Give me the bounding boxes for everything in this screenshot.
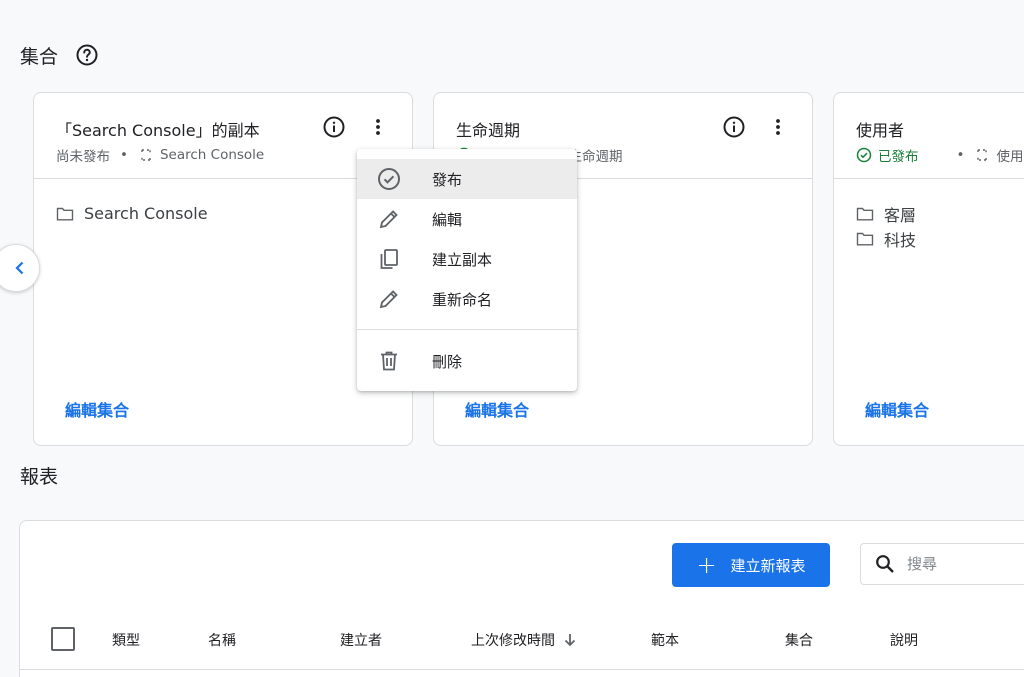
column-header-type[interactable]: 類型 (112, 630, 140, 650)
table-header-divider (20, 669, 1024, 670)
card-context-menu: 發布 編輯 建立副本 重新命名 刪除 (357, 149, 577, 391)
search-icon (876, 555, 894, 573)
check-circle-icon (378, 168, 400, 190)
table-header-row: 類型 名稱 建立者 上次修改時間 範本 集合 說明 (20, 621, 1024, 657)
select-all-checkbox[interactable] (51, 627, 75, 651)
column-header-collection[interactable]: 集合 (785, 630, 813, 650)
folder-item: Search Console (56, 201, 390, 226)
edit-collection-link[interactable]: 編輯集合 (465, 397, 529, 421)
plus-icon: + (696, 551, 717, 579)
check-circle-icon (856, 147, 872, 163)
column-header-creator[interactable]: 建立者 (340, 630, 382, 650)
folder-icon (856, 232, 874, 245)
status-published: 已發布 (856, 145, 919, 165)
source-label: Search Console (159, 147, 265, 163)
collection-card: 使用者 已發布 • 使用者 客層 (833, 92, 1024, 446)
separator-dot: • (956, 147, 965, 163)
more-vert-icon[interactable] (766, 115, 790, 139)
separator-dot: • (120, 147, 128, 163)
pencil-icon (379, 210, 398, 229)
chevron-left-icon (15, 261, 24, 275)
pencil-icon (379, 290, 398, 309)
link-icon (977, 149, 988, 161)
menu-item-rename[interactable]: 重新命名 (357, 279, 577, 319)
collection-card: 「Search Console」的副本 尚未發布 • Search Consol… (33, 92, 413, 446)
arrow-down-icon (564, 634, 576, 647)
info-icon[interactable] (722, 115, 746, 139)
edit-collection-link[interactable]: 編輯集合 (865, 397, 929, 421)
column-header-template[interactable]: 範本 (651, 630, 679, 650)
copy-icon (380, 249, 398, 269)
menu-item-publish[interactable]: 發布 (357, 159, 577, 199)
trash-icon (381, 351, 397, 371)
link-icon (141, 149, 151, 161)
collections-title: 集合 (20, 46, 59, 68)
reports-title: 報表 (20, 466, 59, 488)
column-header-description[interactable]: 說明 (890, 630, 918, 650)
create-report-button[interactable]: + 建立新報表 (672, 543, 830, 587)
card-title: 使用者 (856, 121, 905, 140)
info-icon[interactable] (322, 115, 346, 139)
column-header-last-modified[interactable]: 上次修改時間 (471, 630, 577, 650)
status-unpublished: 尚未發布 (56, 149, 110, 165)
edit-collection-link[interactable]: 編輯集合 (65, 397, 129, 421)
menu-item-edit[interactable]: 編輯 (357, 199, 577, 239)
search-box (860, 543, 1024, 585)
card-title: 生命週期 (456, 121, 521, 140)
reports-table-panel: + 建立新報表 類型 名稱 建立者 上次修改時間 範本 集合 說明 (19, 520, 1024, 677)
folder-icon (56, 207, 74, 220)
column-header-name[interactable]: 名稱 (208, 630, 236, 650)
folder-item: 客層 (856, 201, 1024, 226)
folder-icon (856, 207, 874, 220)
search-input[interactable] (907, 555, 1024, 573)
folder-item: 科技 (856, 226, 1024, 251)
menu-item-duplicate[interactable]: 建立副本 (357, 239, 577, 279)
card-title: 「Search Console」的副本 (56, 121, 260, 140)
more-vert-icon[interactable] (366, 115, 390, 139)
source-label: 使用者 (996, 149, 1024, 165)
menu-divider (357, 329, 577, 330)
menu-item-delete[interactable]: 刪除 (357, 341, 577, 381)
help-icon[interactable] (75, 43, 99, 67)
